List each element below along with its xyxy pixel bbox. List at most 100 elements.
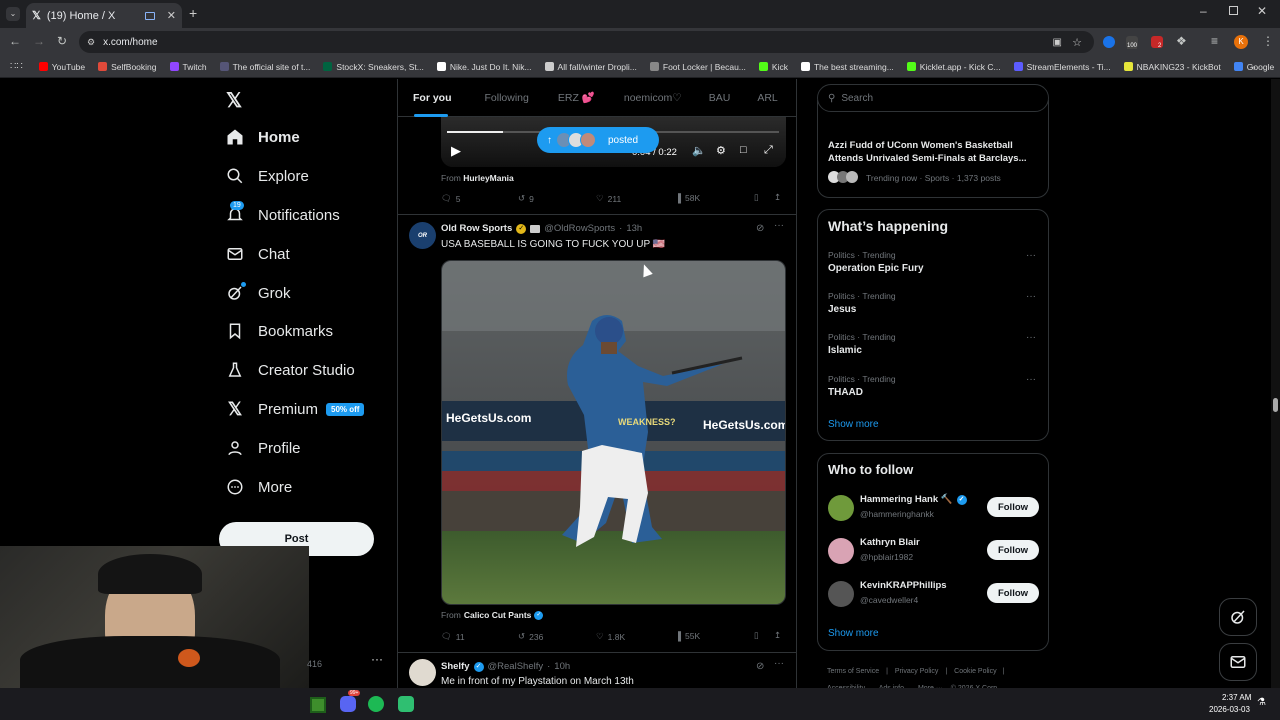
- trend-more-icon[interactable]: ···: [1026, 291, 1036, 302]
- trend-item[interactable]: Politics · Trending Islamic: [828, 332, 896, 356]
- nav-item-grok[interactable]: Grok: [226, 282, 291, 302]
- bookmark-item[interactable]: All fall/winter Dropli...: [544, 62, 637, 72]
- post-handle[interactable]: @OldRowSports: [544, 223, 615, 234]
- user-name[interactable]: KevinKRAPPhillips: [860, 580, 947, 591]
- apps-grid-icon[interactable]: ∷∷: [10, 61, 23, 72]
- nav-item-creator-studio[interactable]: Creator Studio: [226, 361, 355, 379]
- share-button[interactable]: ↥: [774, 630, 781, 641]
- bookmark-item[interactable]: StreamElements - Ti...: [1013, 62, 1111, 72]
- media-queue-icon[interactable]: ≡: [1211, 34, 1218, 48]
- browser-tab[interactable]: 𝕏 (19) Home / X ✕: [26, 3, 182, 28]
- tab-media-icon[interactable]: [144, 11, 155, 20]
- page-scrollbar[interactable]: [1271, 79, 1280, 688]
- grok-float-button[interactable]: [1219, 598, 1257, 636]
- spotify-icon[interactable]: [368, 696, 384, 712]
- close-window-icon[interactable]: ✕: [1257, 4, 1267, 18]
- reload-icon[interactable]: ↻: [57, 34, 67, 48]
- bookmark-item[interactable]: Foot Locker | Becau...: [649, 62, 746, 72]
- play-icon[interactable]: ▶: [451, 143, 461, 159]
- user-name[interactable]: Hammering Hank 🔨 ✓: [860, 494, 967, 505]
- url-text[interactable]: x.com/home: [103, 37, 157, 48]
- trend-item[interactable]: Politics · Trending Operation Epic Fury: [828, 250, 924, 274]
- post-media-video[interactable]: HeGetsUs.com HeGetsUs.com WEAKNESS?: [441, 260, 786, 605]
- repost-button[interactable]: ↺ 236: [518, 631, 543, 642]
- bookmark-item[interactable]: YouTube: [38, 62, 85, 72]
- bookmark-item[interactable]: Nike. Just Do It. Nik...: [436, 62, 532, 72]
- extension-icon-3[interactable]: 2: [1151, 36, 1163, 49]
- post-author-name[interactable]: Shelfy: [441, 661, 470, 672]
- tab-close-icon[interactable]: ✕: [167, 9, 176, 22]
- trend-item[interactable]: Politics · Trending Jesus: [828, 291, 896, 315]
- footer-link[interactable]: Cookie Policy: [954, 668, 996, 675]
- nav-item-profile[interactable]: Profile: [226, 439, 301, 457]
- like-button[interactable]: ♡ 1.8K: [596, 631, 625, 642]
- maximize-icon[interactable]: [1229, 6, 1238, 15]
- site-info-icon[interactable]: ⚙: [87, 37, 95, 48]
- bookmark-item[interactable]: The official site of t...: [219, 62, 310, 72]
- bookmark-item[interactable]: The best streaming...: [800, 62, 894, 72]
- minecraft-icon[interactable]: [310, 697, 326, 713]
- back-icon[interactable]: ←: [9, 34, 21, 48]
- extension-icon-2[interactable]: 100: [1126, 36, 1138, 49]
- account-menu-icon[interactable]: ···: [371, 652, 383, 666]
- trend-more-icon[interactable]: ···: [1026, 250, 1036, 261]
- extensions-puzzle-icon[interactable]: ❖: [1176, 34, 1187, 48]
- profile-avatar[interactable]: K: [1234, 35, 1248, 49]
- bookmark-post-button[interactable]: ▯: [754, 630, 759, 641]
- nav-item-premium[interactable]: 𝕏 Premium 50% off: [226, 399, 365, 419]
- volume-icon[interactable]: 🔈: [692, 144, 706, 157]
- post-time[interactable]: 13h: [626, 223, 642, 234]
- post-handle[interactable]: @RealShelfy: [488, 661, 544, 672]
- taskbar-time[interactable]: 2:37 AM: [1222, 693, 1251, 702]
- install-icon[interactable]: ▣: [1053, 37, 1062, 48]
- follow-button[interactable]: Follow: [987, 540, 1039, 560]
- post-time[interactable]: 10h: [554, 661, 570, 672]
- repost-button[interactable]: ↺ 9: [518, 193, 534, 204]
- omnibox[interactable]: ⚙ x.com/home ▣ ☆: [79, 31, 1094, 53]
- scrollbar-thumb[interactable]: [1273, 398, 1278, 412]
- bookmark-post-button[interactable]: ▯: [754, 192, 759, 203]
- tab-search-icon[interactable]: ⌄: [6, 7, 20, 21]
- user-avatar[interactable]: [828, 538, 854, 564]
- bookmark-item[interactable]: NBAKING23 - KickBot: [1123, 62, 1221, 72]
- footer-link[interactable]: Terms of Service: [827, 668, 879, 675]
- follow-button[interactable]: Follow: [987, 497, 1039, 517]
- trend-more-icon[interactable]: ···: [1026, 374, 1036, 385]
- minimize-icon[interactable]: –: [1200, 4, 1207, 18]
- post-more-icon[interactable]: ···: [774, 658, 784, 669]
- views-button[interactable]: ▐ 55K: [675, 631, 700, 641]
- tab-for-you[interactable]: For you: [413, 92, 452, 104]
- nav-item-more[interactable]: More: [226, 478, 292, 496]
- views-button[interactable]: ▐ 58K: [675, 193, 700, 203]
- user-name[interactable]: Kathryn Blair: [860, 537, 920, 548]
- trend-more-icon[interactable]: ···: [1026, 332, 1036, 343]
- footer-link[interactable]: Privacy Policy: [895, 668, 939, 675]
- tab-noemicom[interactable]: noemicom♡: [624, 92, 682, 104]
- bookmark-item[interactable]: Kick: [758, 62, 788, 72]
- user-avatar[interactable]: [828, 495, 854, 521]
- tab-following[interactable]: Following: [485, 92, 529, 104]
- from-account-link[interactable]: HurleyMania: [463, 173, 514, 183]
- nav-item-home[interactable]: Home: [226, 128, 300, 146]
- notification-bell-icon[interactable]: ⚗: [1257, 697, 1266, 708]
- grok-post-icon[interactable]: ⊘: [756, 661, 764, 672]
- taskbar-date[interactable]: 2026-03-03: [1209, 705, 1250, 714]
- user-avatar[interactable]: [828, 581, 854, 607]
- extension-icon-1[interactable]: [1103, 36, 1115, 48]
- x-logo-icon[interactable]: 𝕏: [226, 88, 242, 113]
- bookmark-item[interactable]: SelfBooking: [98, 62, 157, 72]
- bookmark-item[interactable]: Twitch: [169, 62, 207, 72]
- post-avatar[interactable]: OR: [409, 222, 436, 249]
- nav-item-bookmarks[interactable]: Bookmarks: [226, 322, 333, 340]
- settings-gear-icon[interactable]: ⚙: [716, 144, 726, 157]
- post-author-name[interactable]: Old Row Sports: [441, 223, 512, 234]
- messages-float-button[interactable]: [1219, 643, 1257, 681]
- discord-icon[interactable]: 99+: [340, 690, 361, 712]
- reply-button[interactable]: 🗨 5: [441, 193, 461, 204]
- post-more-icon[interactable]: ···: [774, 220, 784, 231]
- news-card[interactable]: Azzi Fudd of UConn Women's Basketball At…: [817, 100, 1049, 198]
- nav-item-chat[interactable]: Chat: [226, 245, 290, 263]
- app-icon[interactable]: [398, 696, 414, 712]
- show-more-link[interactable]: Show more: [828, 628, 879, 639]
- grok-post-icon[interactable]: ⊘: [756, 223, 764, 234]
